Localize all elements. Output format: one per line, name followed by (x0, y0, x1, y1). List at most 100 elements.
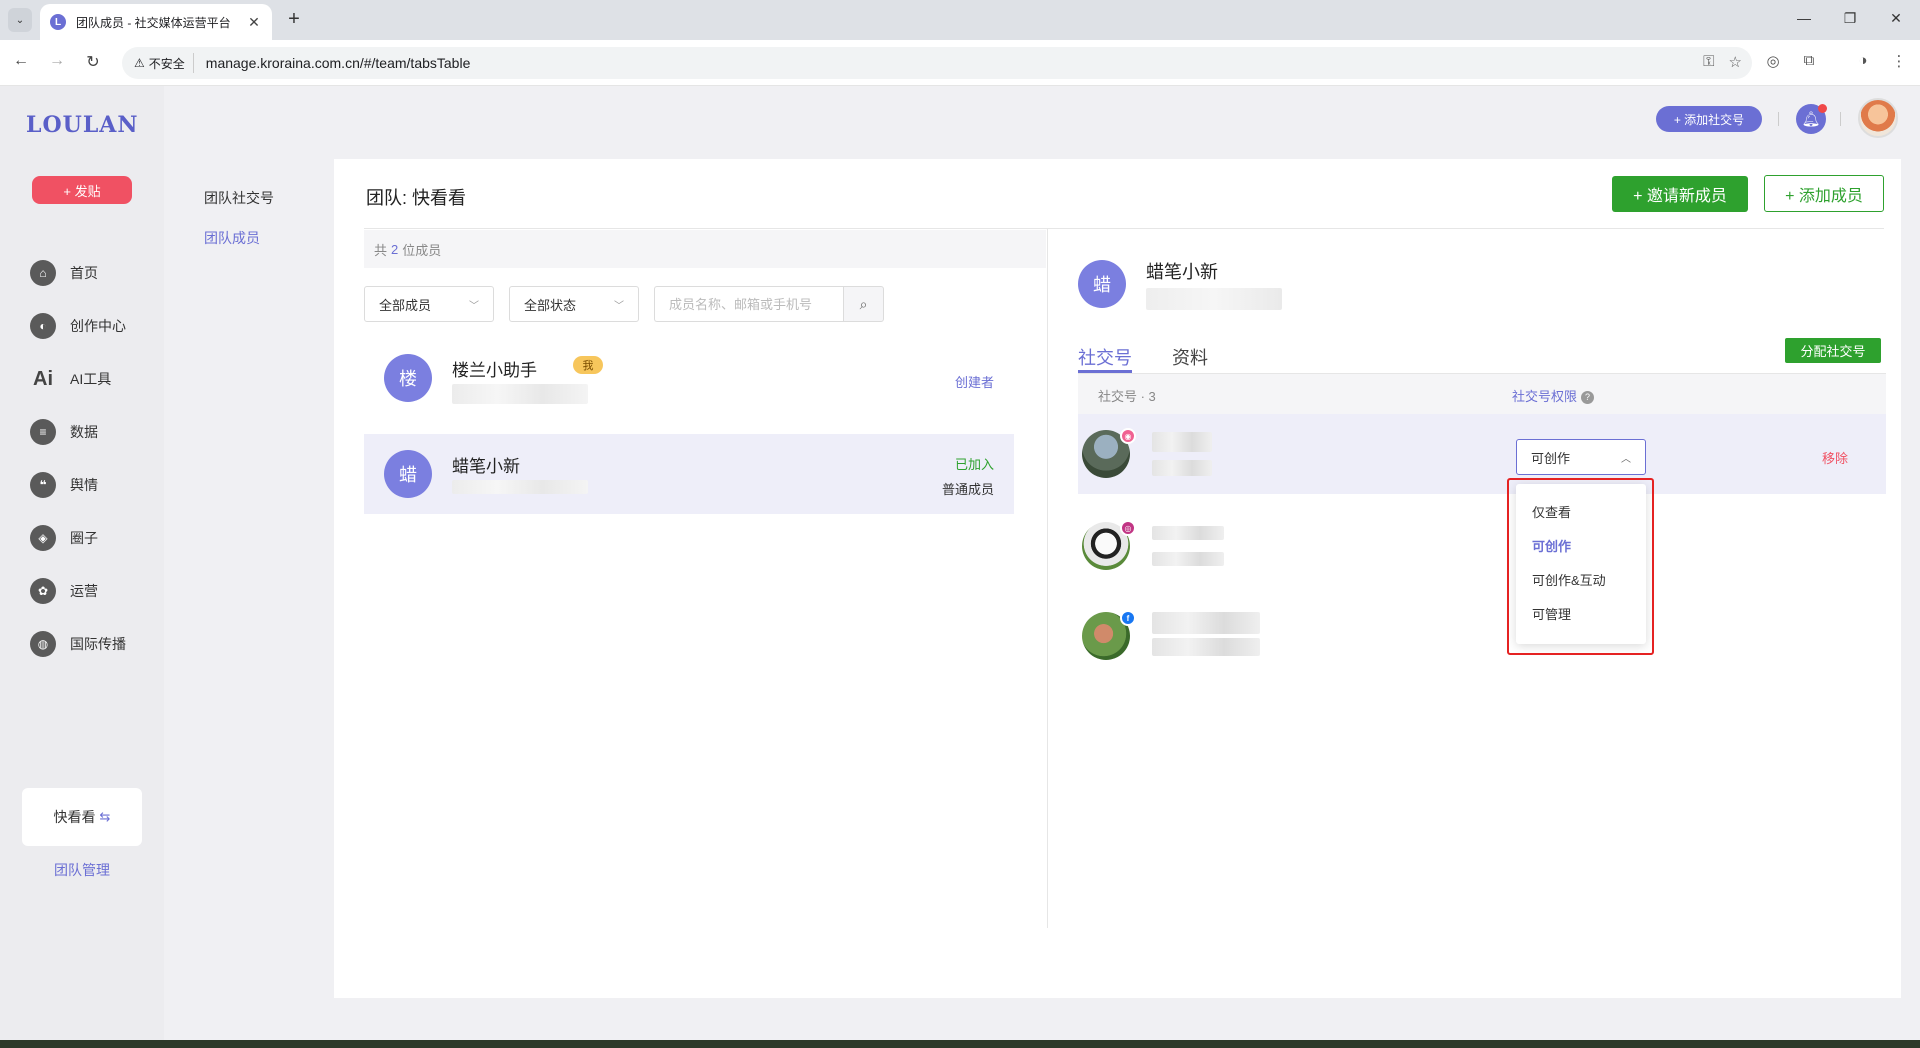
account-row[interactable]: ◉ (1078, 414, 1886, 494)
sidebar-item-home[interactable]: ⌂ 首页 (30, 258, 150, 288)
minimize-icon[interactable]: — (1794, 10, 1814, 26)
url-text[interactable]: manage.kroraina.com.cn/#/team/tabsTable (206, 55, 471, 71)
topbar-divider (1840, 112, 1841, 126)
member-search-input[interactable] (669, 296, 829, 312)
chevron-down-icon: ﹀ (614, 300, 624, 312)
account-id-blurred (1152, 552, 1224, 566)
search-icon[interactable]: ⌕ (843, 286, 884, 322)
browser-tab-active[interactable]: L 团队成员 - 社交媒体运营平台 ✕ (40, 4, 272, 40)
member-search-field[interactable] (654, 286, 844, 322)
window-close-icon[interactable]: ✕ (1886, 10, 1906, 27)
detail-email-blurred (1146, 288, 1282, 310)
back-icon[interactable]: ← (10, 52, 32, 70)
topbar-divider (1778, 112, 1779, 126)
extension-circle-icon[interactable]: ◎ (1762, 52, 1784, 74)
account-name-blurred (1152, 526, 1224, 540)
palette-icon: ◐ (30, 313, 56, 339)
browser-tabbar: ⌄ L 团队成员 - 社交媒体运营平台 ✕ + — ❐ ✕ (0, 0, 1920, 40)
member-avatar: 楼 (384, 354, 432, 402)
browser-menu-icon[interactable]: ⋮ (1888, 52, 1910, 74)
chevron-down-icon: ﹀ (469, 300, 479, 312)
security-label: 不安全 (148, 56, 185, 71)
reload-icon[interactable]: ↻ (82, 52, 104, 72)
tab-close-icon[interactable]: ✕ (246, 14, 262, 31)
compass-icon: ◈ (30, 525, 56, 551)
globe-icon: ◍ (30, 631, 56, 657)
weibo-icon: ◉ (1120, 428, 1136, 444)
team-name: 快看看 (53, 809, 96, 825)
profile-icon[interactable]: ◑ (1852, 52, 1874, 74)
member-row[interactable]: 楼 楼兰小助手 我 创建者 (364, 338, 1014, 418)
team-manage-link[interactable]: 团队管理 (22, 860, 142, 880)
sidebar-item-circles[interactable]: ◈ 圈子 (30, 523, 150, 553)
accounts-table-header: 社交号 · 3 社交号权限? (1078, 374, 1886, 414)
favicon-icon: L (50, 14, 66, 30)
member-count: 2 (391, 241, 399, 257)
user-avatar[interactable] (1858, 98, 1898, 138)
sidebar-item-international[interactable]: ◍ 国际传播 (30, 629, 150, 659)
remove-account-link[interactable]: 移除 (1822, 448, 1848, 467)
account-row[interactable]: f (1078, 596, 1886, 676)
subnav-members[interactable]: 团队成员 (204, 228, 260, 248)
swap-icon: ⇆ (99, 809, 111, 824)
member-email-blurred (452, 480, 588, 494)
ai-icon: Ai (33, 367, 53, 390)
sidebar-item-sentiment[interactable]: ❝ 舆情 (30, 470, 150, 500)
member-count-bar: 共 2 位成员 (364, 230, 1046, 268)
invite-member-button[interactable]: + 邀请新成员 (1612, 176, 1748, 212)
extensions-puzzle-icon[interactable]: ⧉ (1798, 52, 1820, 74)
account-row[interactable]: ◎ (1078, 506, 1886, 586)
quote-icon: ❝ (30, 472, 56, 498)
forward-icon[interactable]: → (46, 52, 68, 70)
column-permission: 社交号权限? (1512, 386, 1595, 405)
page-title: 团队: 快看看 (366, 188, 467, 208)
assign-social-account-button[interactable]: 分配社交号 (1785, 338, 1881, 363)
subnav-social-accounts[interactable]: 团队社交号 (204, 188, 274, 208)
member-filter-select[interactable]: 全部成员 ﹀ (364, 286, 494, 322)
address-bar[interactable]: ⚠ 不安全 manage.kroraina.com.cn/#/team/tabs… (122, 47, 1752, 79)
permission-select[interactable]: 可创作 ︿ (1516, 439, 1646, 475)
account-name-blurred (1152, 612, 1260, 634)
permission-value: 可创作 (1531, 450, 1571, 466)
member-role: 创建者 (954, 375, 994, 390)
facebook-icon: f (1120, 610, 1136, 626)
help-icon[interactable]: ? (1581, 391, 1595, 405)
add-member-button[interactable]: + 添加成员 (1764, 175, 1884, 212)
account-name-blurred (1152, 432, 1212, 452)
app-sidebar: LOULAN + 发贴 ⌂ 首页 ◐ 创作中心 Ai AI工具 ≡ 数据 ❝ 舆… (0, 86, 164, 1040)
sidebar-item-ai-tools[interactable]: Ai AI工具 (30, 364, 150, 394)
post-button[interactable]: + 发贴 (32, 176, 132, 204)
database-icon: ≡ (30, 419, 56, 445)
detail-avatar: 蜡 (1078, 260, 1126, 308)
team-switcher[interactable]: 快看看 ⇆ (22, 788, 142, 846)
member-row-selected[interactable]: 蜡 蜡笔小新 已加入 普通成员 (364, 434, 1014, 514)
member-email-blurred (452, 384, 588, 404)
sidebar-item-data[interactable]: ≡ 数据 (30, 417, 150, 447)
tab-list-chevron-icon[interactable]: ⌄ (8, 8, 32, 32)
new-tab-icon[interactable]: + (282, 8, 306, 32)
app-logo[interactable]: LOULAN (26, 112, 138, 138)
member-name: 蜡笔小新 (452, 457, 520, 476)
column-accounts: 社交号 · 3 (1098, 389, 1156, 404)
status-filter-select[interactable]: 全部状态 ﹀ (509, 286, 639, 322)
bookmark-star-icon[interactable]: ☆ (1729, 53, 1742, 71)
tab-social-accounts[interactable]: 社交号 (1078, 344, 1132, 370)
header-divider (364, 228, 1884, 229)
account-id-blurred (1152, 638, 1260, 656)
chevron-up-icon: ︿ (1621, 453, 1631, 465)
password-key-icon[interactable]: ⚿ (1703, 53, 1714, 71)
tab-profile[interactable]: 资料 (1172, 344, 1208, 370)
instagram-icon: ◎ (1120, 520, 1136, 536)
browser-toolbar: ← → ↻ ⚠ 不安全 manage.kroraina.com.cn/#/tea… (0, 40, 1920, 86)
member-status: 已加入 (954, 457, 994, 472)
restore-icon[interactable]: ❐ (1840, 10, 1860, 27)
member-avatar: 蜡 (384, 450, 432, 498)
sidebar-item-creation[interactable]: ◐ 创作中心 (30, 311, 150, 341)
add-social-account-button[interactable]: + 添加社交号 (1656, 106, 1762, 132)
annotation-highlight-box (1507, 478, 1654, 655)
operations-icon: ✿ (30, 578, 56, 604)
security-indicator[interactable]: ⚠ 不安全 (130, 53, 194, 73)
account-id-blurred (1152, 460, 1212, 476)
member-role: 普通成员 (941, 482, 994, 497)
sidebar-item-operations[interactable]: ✿ 运营 (30, 576, 150, 606)
